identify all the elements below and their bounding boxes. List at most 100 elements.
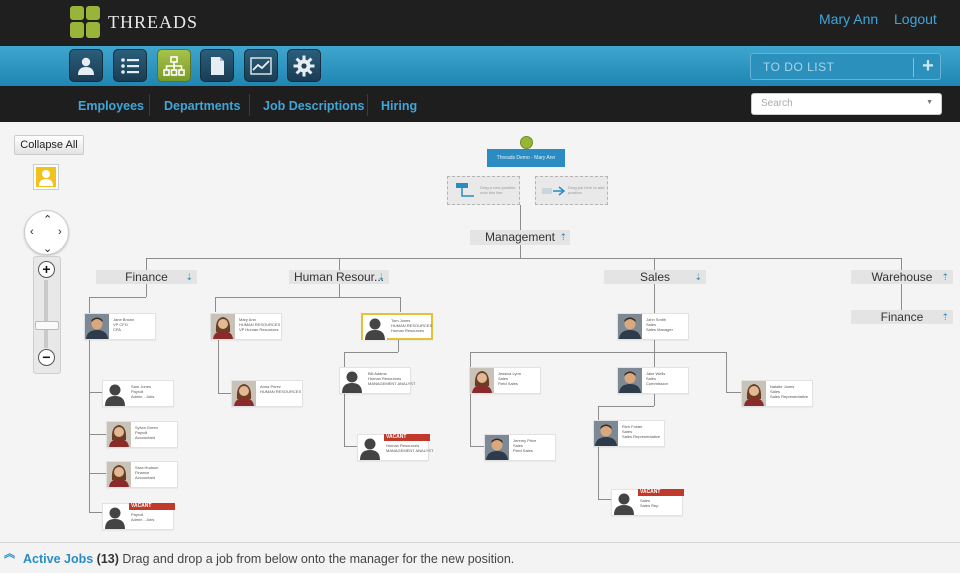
search-select[interactable]: Search ▼	[751, 93, 942, 115]
employee-info-line: MANAGEMENT ANALYST	[368, 381, 416, 386]
pan-right-icon[interactable]: ›	[58, 226, 62, 238]
expand-down-icon[interactable]: ⇣	[185, 270, 193, 284]
tool-reports-button[interactable]	[244, 49, 278, 82]
connector-line	[215, 297, 216, 312]
collapse-up-icon[interactable]: ⇡	[941, 270, 949, 284]
threads-logo-icon[interactable]	[70, 6, 100, 38]
nav-employees[interactable]: Employees	[78, 99, 144, 113]
collapse-up-icon[interactable]: ⇡	[559, 230, 567, 245]
employee-info-line: Commission	[646, 381, 669, 386]
user-name-link[interactable]: Mary Ann	[819, 11, 878, 27]
zoom-slider-thumb[interactable]	[35, 321, 59, 330]
todo-list-button[interactable]: TO DO LIST +	[750, 53, 941, 80]
drop-zone[interactable]: Drag job here to add position	[535, 176, 608, 205]
connector-line	[726, 352, 727, 392]
vacant-position-card[interactable]: VACANT Sales Sales Rep	[611, 489, 684, 516]
active-jobs-link[interactable]: Active Jobs	[23, 552, 93, 566]
collapse-up-icon[interactable]: ⇡	[941, 310, 949, 324]
employee-card[interactable]: Mary Ann HUMAN RESOURCES VP Human Resource…	[210, 313, 282, 340]
nav-job-descriptions[interactable]: Job Descriptions	[263, 99, 364, 113]
vacant-badge: VACANT	[384, 434, 430, 441]
connector-line	[146, 258, 902, 259]
employee-info-line: Accountant	[135, 435, 156, 440]
collapse-all-button[interactable]: Collapse All	[14, 135, 84, 155]
person-filter-button[interactable]	[33, 164, 59, 190]
employee-info: Payroll Admin - Jobs	[131, 512, 154, 522]
pan-down-icon[interactable]: ⌄	[43, 242, 52, 255]
connector-line	[520, 205, 521, 230]
zoom-out-button[interactable]: −	[38, 349, 55, 366]
tool-list-button[interactable]	[113, 49, 147, 82]
expand-down-icon[interactable]: ⇣	[377, 270, 385, 284]
connector-line	[520, 245, 521, 258]
employee-card[interactable]: Bill Adams Human Resources MANAGEMENT ANAL…	[339, 367, 415, 394]
dept-human-resources[interactable]: Human Resour... ⇣	[289, 270, 389, 284]
avatar	[618, 368, 642, 393]
employee-card[interactable]: Sylvia Green Payroll Accountant	[106, 421, 178, 448]
employee-card[interactable]: Natalie Jones Sales Sales Representative	[741, 380, 813, 407]
employee-info: Sales Sales Rep	[640, 498, 658, 508]
connector-line	[218, 393, 232, 394]
employee-info-line: Sales Manager	[646, 327, 673, 332]
employee-info-line: Admin - Jobs	[131, 394, 155, 399]
tool-org-chart-button[interactable]	[157, 49, 191, 82]
employee-info-line: Admin - Jobs	[131, 517, 155, 522]
employee-card[interactable]: Jeremy Price Sales Field Sales	[484, 434, 556, 461]
tool-documents-button[interactable]	[200, 49, 234, 82]
connector-line	[146, 284, 147, 297]
management-node[interactable]: Management ⇡	[470, 230, 570, 245]
connector-line	[339, 284, 340, 297]
logout-link[interactable]: Logout	[894, 11, 937, 27]
dept-warehouse[interactable]: Warehouse ⇡	[851, 270, 953, 284]
employee-card[interactable]: Sara Hudson Finance Accountant	[106, 461, 178, 488]
employee-info: Sylvia Green Payroll Accountant	[135, 425, 158, 440]
vacant-badge: VACANT	[638, 489, 684, 496]
nav-departments[interactable]: Departments	[164, 99, 240, 113]
nav-hiring[interactable]: Hiring	[381, 99, 417, 113]
connector-line	[654, 338, 655, 352]
employee-info-line: Sales Representative	[622, 434, 661, 439]
add-todo-icon[interactable]: +	[918, 55, 938, 78]
employee-card[interactable]: Jane Brown VP CFO CPA	[84, 313, 156, 340]
drop-zone[interactable]: Drag a new position onto this line	[447, 176, 520, 205]
employee-card[interactable]: Tom Jones HUMAN RESOURCES Human Resources	[361, 313, 433, 340]
avatar-placeholder-icon	[103, 381, 127, 406]
org-drop-icon	[456, 183, 474, 197]
chevron-down-icon: ▼	[926, 99, 933, 106]
dept-label: Warehouse	[871, 270, 933, 284]
avatar	[618, 314, 642, 339]
employee-info: Jane Brown VP CFO CPA	[113, 317, 134, 332]
avatar	[85, 314, 109, 339]
employee-card[interactable]: Rich Foster Sales Sales Representative	[593, 420, 665, 447]
dept-finance[interactable]: Finance ⇣	[96, 270, 197, 284]
avatar	[211, 314, 235, 339]
employee-info: John Smith Sales Sales Manager	[646, 317, 673, 332]
vacant-position-card[interactable]: VACANT Human Resources MANAGEMENT ANALYST	[357, 434, 433, 461]
avatar	[485, 435, 509, 460]
employee-card[interactable]: Anna Perez HUMAN RESOURCES	[231, 380, 303, 407]
employee-card[interactable]: Jake Wells Sales Commission	[617, 367, 689, 394]
expand-down-icon[interactable]: ⇣	[694, 270, 702, 284]
double-chevron-up-icon[interactable]: ︽	[4, 549, 15, 560]
employee-info: Natalie Jones Sales Sales Representative	[770, 384, 808, 399]
pan-left-icon[interactable]: ‹	[30, 226, 34, 238]
dept-sales[interactable]: Sales ⇣	[604, 270, 706, 284]
connector-line	[89, 297, 146, 298]
avatar	[232, 381, 256, 406]
dept-label: Finance	[125, 270, 168, 284]
zoom-in-button[interactable]: +	[38, 261, 55, 278]
employee-card[interactable]: Jessica Lynn Sales Field Sales	[469, 367, 541, 394]
pan-control[interactable]: ⌃ ⌄ ‹ ›	[24, 210, 69, 255]
root-node[interactable]: Threads Demo · Mary Ann	[487, 149, 565, 167]
employee-card[interactable]: John Smith Sales Sales Manager	[617, 313, 689, 340]
top-bar: THREADS Mary Ann Logout	[0, 0, 960, 46]
dept-finance-sub[interactable]: Finance ⇡	[851, 310, 953, 324]
vacant-badge: VACANT	[129, 503, 175, 510]
employee-info: Jake Wells Sales Commission	[646, 371, 668, 386]
vacant-position-card[interactable]: VACANT Payroll Admin - Jobs	[102, 503, 175, 530]
connector-line	[901, 284, 902, 310]
pan-up-icon[interactable]: ⌃	[43, 213, 52, 226]
employee-card[interactable]: Sam Jones Payroll Admin - Jobs	[102, 380, 174, 407]
tool-settings-button[interactable]	[287, 49, 321, 82]
tool-employees-button[interactable]	[69, 49, 103, 82]
